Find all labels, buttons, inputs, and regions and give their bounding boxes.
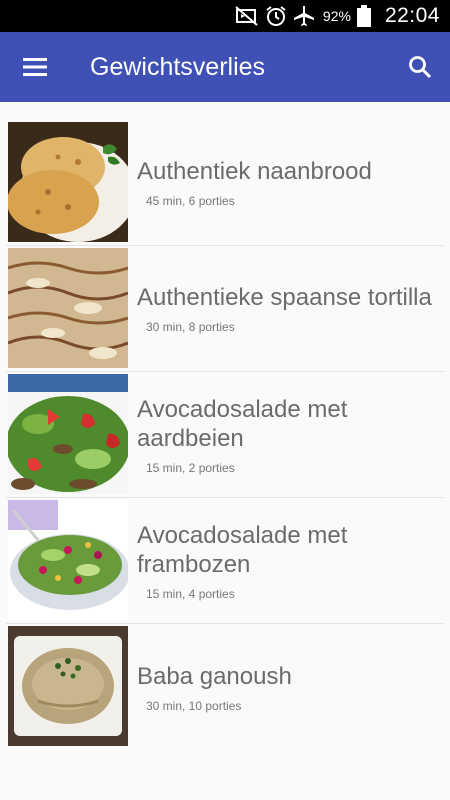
- recipe-list: Authentiek naanbrood 45 min, 6 porties A…: [0, 120, 450, 750]
- recipe-title: Baba ganoush: [137, 662, 292, 690]
- app-title: Gewichtsverlies: [90, 52, 266, 81]
- recipe-item[interactable]: Avocadosalade met frambozen 15 min, 4 po…: [6, 498, 444, 624]
- battery-percent: 92%: [322, 8, 351, 24]
- menu-button[interactable]: [0, 32, 70, 102]
- recipe-item[interactable]: Authentieke spaanse tortilla 30 min, 8 p…: [6, 246, 444, 372]
- recipe-meta: 45 min, 6 porties: [146, 194, 235, 208]
- alarm-icon: [266, 6, 286, 26]
- recipe-title: Authentieke spaanse tortilla: [137, 284, 432, 311]
- recipe-item[interactable]: Avocadosalade met aardbeien 15 min, 2 po…: [6, 372, 444, 498]
- recipe-thumbnail: [8, 122, 128, 242]
- recipe-title: Avocadosalade met frambozen: [137, 521, 348, 578]
- recipe-item[interactable]: Authentiek naanbrood 45 min, 6 porties: [6, 120, 444, 246]
- recipe-thumbnail: [8, 248, 128, 368]
- status-bar: 92% 22:04: [0, 0, 450, 32]
- recipe-title: Authentiek naanbrood: [137, 158, 372, 185]
- airplane-mode-icon: [293, 6, 314, 26]
- recipe-item[interactable]: Baba ganoush 30 min, 10 porties: [6, 624, 444, 750]
- recipe-meta: 30 min, 10 porties: [146, 698, 242, 713]
- recipe-meta: 15 min, 2 porties: [146, 460, 235, 475]
- recipe-thumbnail: [8, 374, 128, 494]
- recipe-text: Baba ganoush 30 min, 10 porties: [137, 624, 444, 750]
- clock: 22:04: [384, 4, 440, 27]
- app-bar: Gewichtsverlies: [0, 32, 450, 102]
- recipe-thumbnail: [8, 500, 128, 620]
- battery-icon: [356, 5, 371, 27]
- search-button[interactable]: [390, 32, 450, 102]
- recipe-text: Authentieke spaanse tortilla 30 min, 8 p…: [137, 246, 444, 371]
- recipe-title: Avocadosalade met aardbeien: [137, 395, 348, 452]
- mute-icon: [235, 6, 258, 26]
- recipe-thumbnail: [8, 626, 128, 746]
- recipe-meta: 15 min, 4 porties: [146, 586, 235, 601]
- recipe-text: Authentiek naanbrood 45 min, 6 porties: [137, 120, 444, 245]
- recipe-text: Avocadosalade met aardbeien 15 min, 2 po…: [137, 372, 444, 497]
- recipe-text: Avocadosalade met frambozen 15 min, 4 po…: [137, 498, 444, 623]
- hamburger-menu-icon: [23, 58, 47, 76]
- recipe-meta: 30 min, 8 porties: [146, 320, 235, 334]
- search-icon: [409, 56, 432, 79]
